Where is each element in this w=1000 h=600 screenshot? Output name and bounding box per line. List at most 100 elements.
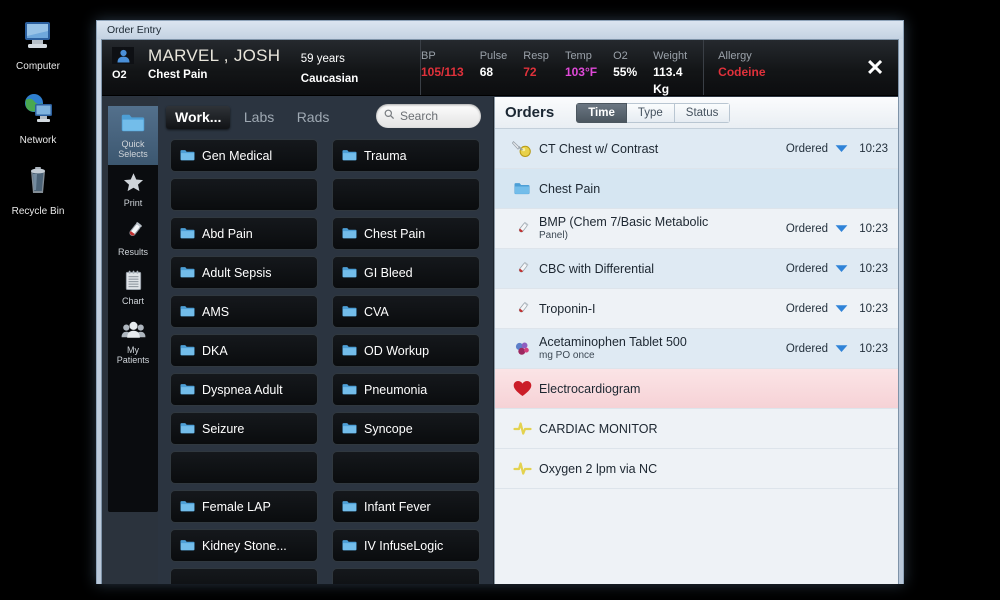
chevron-down-icon[interactable] [828,340,854,358]
order-set-dyspnea-adult[interactable]: Dyspnea Adult [170,373,318,406]
vital-value: 105/113 [421,65,464,79]
sort-tab-time[interactable]: Time [576,102,627,123]
order-set-empty-slot [332,451,480,484]
order-set-syncope[interactable]: Syncope [332,412,480,445]
folder-icon [342,344,357,356]
order-row[interactable]: CT Chest w/ Contrast Ordered 10:23 [495,129,898,169]
order-set-row: Seizure Syncope [170,412,481,445]
order-name: CARDIAC MONITOR [539,421,658,436]
pill-icon [505,340,539,357]
order-set-label: Female LAP [202,499,271,514]
orders-list: CT Chest w/ Contrast Ordered 10:23 Chest P… [495,129,898,489]
patient-race: Caucasian [300,73,359,85]
patient-o2-tag: O2 [112,69,127,81]
test-tube-icon [505,221,539,237]
order-set-row: Adult Sepsis GI Bleed [170,256,481,289]
folder-icon [180,227,195,239]
order-row[interactable]: CBC with Differential Ordered 10:23 [495,249,898,289]
vital-label: O2 [613,50,628,62]
vital-weight: Weight 113.4 Kg [653,49,687,98]
left-nav-list: Quick Selects Print Results Chart My Patients [108,106,158,512]
order-time: 10:23 [859,222,888,235]
order-row[interactable]: Electrocardiogram [495,369,898,409]
order-set-infant-fever[interactable]: Infant Fever [332,490,480,523]
chevron-down-icon[interactable] [828,300,854,318]
chevron-down-icon[interactable] [828,140,854,158]
order-set-label: Dyspnea Adult [202,382,283,397]
order-set-label: OD Workup [364,343,430,358]
desktop-icon-recycle-bin[interactable]: Recycle Bin [0,163,76,218]
order-set-pneumonia[interactable]: Pneumonia [332,373,480,406]
order-set-dka[interactable]: DKA [170,334,318,367]
order-row[interactable]: Troponin-I Ordered 10:23 [495,289,898,329]
folder-icon [180,383,195,395]
order-set-iv-infuselogic[interactable]: IV InfuseLogic [332,529,480,562]
vital-value: 68 [479,65,494,79]
order-set-gi-bleed[interactable]: GI Bleed [332,256,480,289]
folder-icon [342,149,357,161]
order-sub: mg PO once [539,349,595,361]
order-set-ams[interactable]: AMS [170,295,318,328]
orders-panel: Orders Time Type Status CT Chest w/ Cont… [494,97,898,584]
desktop-icon-network[interactable]: Network [0,92,76,147]
order-row[interactable]: Chest Pain [495,169,898,209]
nav-item-my-patients[interactable]: My Patients [108,312,158,371]
heart-icon [505,380,539,397]
nav-item-label: Chart [121,296,144,306]
close-button[interactable]: ✕ [852,40,898,95]
folder-icon [180,266,195,278]
order-set-trauma[interactable]: Trauma [332,139,480,172]
order-set-label: Adult Sepsis [202,265,272,280]
order-set-gen-medical[interactable]: Gen Medical [170,139,318,172]
nav-item-label: Print [123,198,143,208]
tab-labs[interactable]: Labs [235,106,283,129]
order-row[interactable]: BMP (Chem 7/Basic Metabolic Panel) Ordered… [495,209,898,249]
nav-item-label: My Patients [116,345,150,365]
order-set-female-lap[interactable]: Female LAP [170,490,318,523]
order-time: 10:23 [859,342,888,355]
patient-complaint: Chest Pain [148,69,208,81]
order-set-kidney-stone[interactable]: Kidney Stone... [170,529,318,562]
order-set-adult-sepsis[interactable]: Adult Sepsis [170,256,318,289]
order-row[interactable]: Acetaminophen Tablet 500 mg PO once Ordere… [495,329,898,369]
order-set-abd-pain[interactable]: Abd Pain [170,217,318,250]
vital-label: BP [421,50,436,62]
vital-bp: BP 105/113 [421,49,464,81]
order-row[interactable]: Oxygen 2 lpm via NC [495,449,898,489]
sort-tab-type[interactable]: Type [626,102,675,123]
order-name: Chest Pain [539,181,601,196]
order-name: Troponin-I [539,301,596,316]
folder-icon [180,500,195,512]
order-set-cva[interactable]: CVA [332,295,480,328]
order-set-chest-pain[interactable]: Chest Pain [332,217,480,250]
folder-icon [180,149,195,161]
order-set-row [170,568,481,584]
star-icon [108,172,158,198]
nav-item-print[interactable]: Print [108,165,158,214]
chevron-down-icon[interactable] [828,220,854,238]
tab-rads[interactable]: Rads [288,106,339,129]
test-tube-icon [505,301,539,317]
order-name: CBC with Differential [539,261,655,276]
nav-item-chart[interactable]: Chart [108,263,158,312]
desktop-icon-computer[interactable]: Computer [0,18,76,73]
search-input[interactable]: Search [376,104,481,128]
order-set-empty-slot [170,178,318,211]
order-set-seizure[interactable]: Seizure [170,412,318,445]
order-row[interactable]: CARDIAC MONITOR [495,409,898,449]
order-status: Ordered [785,262,828,275]
vital-resp: Resp 72 [523,49,549,81]
tab-worksets[interactable]: Work... [166,106,231,129]
allergy-value: Codeine [718,65,766,79]
search-placeholder: Search [400,109,439,123]
nav-item-results[interactable]: Results [108,214,158,263]
order-set-row [170,178,481,211]
order-set-label: CVA [364,304,389,319]
order-set-od-workup[interactable]: OD Workup [332,334,480,367]
sort-tab-status[interactable]: Status [674,102,731,123]
patient-name: MARVEL , JOSH [148,46,281,65]
order-set-empty-slot [170,568,318,584]
nav-item-quick-selects[interactable]: Quick Selects [108,106,158,165]
chevron-down-icon[interactable] [828,260,854,278]
folder-icon [342,422,357,434]
